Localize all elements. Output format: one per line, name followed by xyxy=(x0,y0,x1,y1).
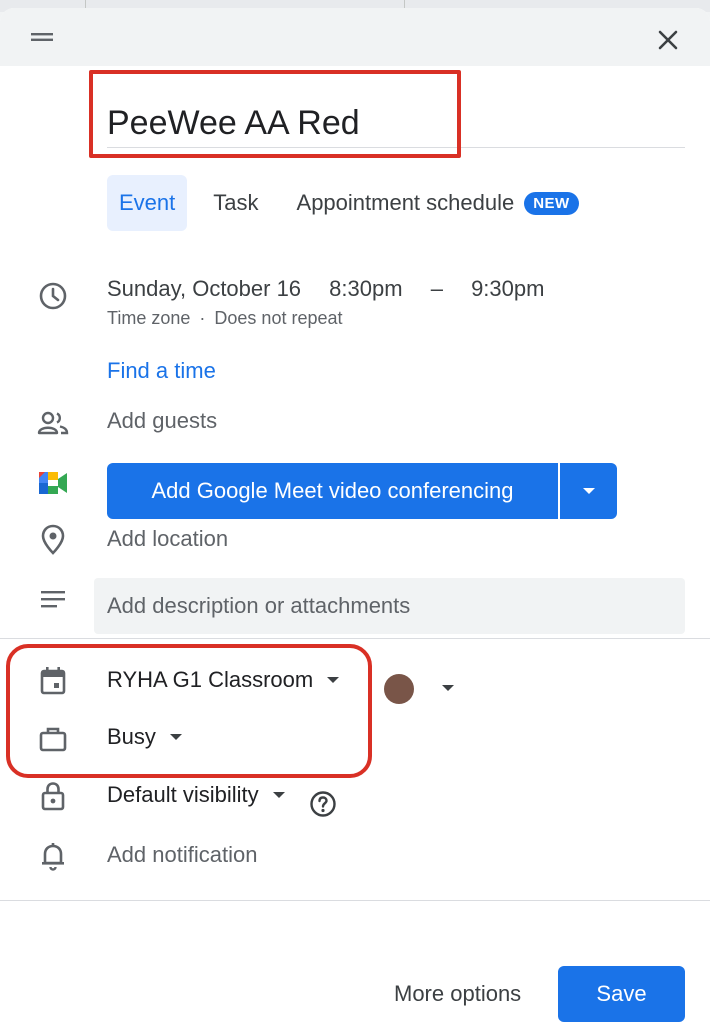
calendar-color-dot[interactable] xyxy=(384,674,414,704)
description-lines-icon xyxy=(41,591,65,608)
footer-divider xyxy=(0,900,710,901)
time-separator: – xyxy=(430,276,443,301)
location-icon-cell xyxy=(36,523,70,557)
lock-icon xyxy=(41,782,65,811)
visibility-value: Default visibility xyxy=(107,782,259,807)
visibility-select[interactable]: Default visibility xyxy=(107,782,285,808)
tab-event[interactable]: Event xyxy=(107,175,188,231)
meet-options-dropdown[interactable] xyxy=(560,463,617,519)
clock-icon-cell xyxy=(36,279,70,313)
chevron-down-icon xyxy=(272,792,285,798)
add-location-input[interactable]: Add location xyxy=(107,526,228,552)
google-meet-icon xyxy=(39,472,67,494)
meet-icon-cell xyxy=(36,466,70,500)
event-date[interactable]: Sunday, October 16 xyxy=(107,276,301,301)
add-notification-button[interactable]: Add notification xyxy=(107,842,257,868)
meet-button-label: Add Google Meet video conferencing xyxy=(151,478,514,503)
event-editor-panel: PeeWee AA Red Event Task Appointment sch… xyxy=(0,8,710,1024)
event-type-tabs: Event Task Appointment schedule NEW xyxy=(107,175,591,231)
description-placeholder: Add description or attachments xyxy=(107,593,411,618)
calendar-busy-highlight-annotation xyxy=(6,644,372,778)
section-divider xyxy=(0,638,710,639)
guests-icon xyxy=(37,411,69,435)
add-guests-input[interactable]: Add guests xyxy=(107,408,217,434)
event-start-time[interactable]: 8:30pm xyxy=(329,276,402,301)
bell-icon xyxy=(42,843,64,871)
tab-event-label: Event xyxy=(119,190,176,215)
more-options-label: More options xyxy=(394,981,522,1006)
visibility-icon-cell xyxy=(36,779,70,813)
save-button[interactable]: Save xyxy=(558,966,685,1022)
timezone-link[interactable]: Time zone xyxy=(107,308,190,328)
separator-dot: · xyxy=(199,308,206,328)
add-google-meet-button[interactable]: Add Google Meet video conferencing xyxy=(107,463,558,519)
save-button-label: Save xyxy=(596,981,647,1006)
event-time-options: Time zone · Does not repeat xyxy=(107,308,343,329)
drag-handle-icon[interactable] xyxy=(28,30,56,44)
color-chevron-down-icon[interactable] xyxy=(442,685,454,691)
notification-icon-cell xyxy=(36,839,70,873)
help-icon[interactable] xyxy=(309,790,337,818)
tab-task[interactable]: Task xyxy=(201,175,270,231)
description-input[interactable]: Add description or attachments xyxy=(94,578,685,634)
dialog-header xyxy=(0,8,710,66)
event-datetime[interactable]: Sunday, October 16 8:30pm – 9:30pm xyxy=(107,276,566,302)
title-highlight-annotation xyxy=(89,70,461,158)
location-pin-icon xyxy=(41,524,65,555)
guests-icon-cell xyxy=(36,406,70,440)
tab-task-label: Task xyxy=(213,190,259,215)
more-options-button[interactable]: More options xyxy=(382,966,533,1022)
description-icon-cell xyxy=(36,582,70,616)
chevron-down-icon xyxy=(582,488,595,494)
repeat-link[interactable]: Does not repeat xyxy=(214,308,342,328)
find-a-time-link[interactable]: Find a time xyxy=(107,358,216,384)
tab-appointment-label: Appointment schedule xyxy=(296,190,515,215)
close-button[interactable] xyxy=(650,22,686,58)
event-end-time[interactable]: 9:30pm xyxy=(471,276,544,301)
close-icon xyxy=(658,30,678,50)
tab-appointment-schedule[interactable]: Appointment schedule NEW xyxy=(285,175,591,231)
new-badge: NEW xyxy=(524,191,579,215)
clock-icon xyxy=(39,282,67,310)
